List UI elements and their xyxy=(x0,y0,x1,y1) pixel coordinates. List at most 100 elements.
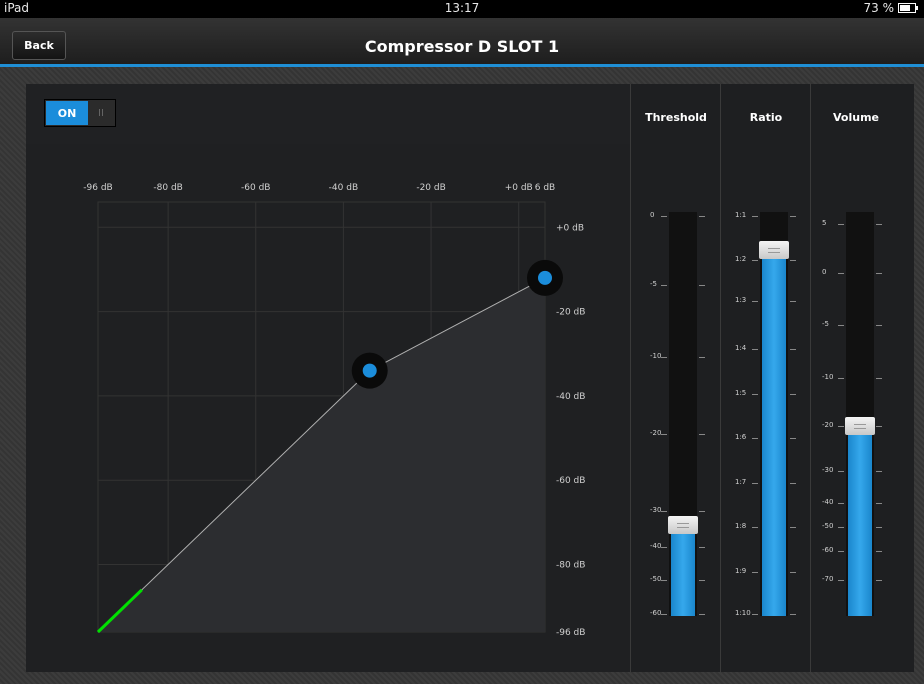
threshold-title: Threshold xyxy=(645,111,707,124)
fader-scale-label: 1:4 xyxy=(735,344,747,353)
fader-fill xyxy=(848,426,872,616)
fader-scale-label: -10 xyxy=(650,352,662,361)
navigation-bar: Back Compressor D SLOT 1 xyxy=(0,18,924,67)
fader-tick xyxy=(790,393,796,395)
fader-tick xyxy=(876,377,882,379)
fader-tick xyxy=(876,325,882,327)
battery-status: 73 % xyxy=(863,1,918,15)
fader-tick xyxy=(699,613,705,615)
fader-tick xyxy=(752,571,758,573)
fader-scale-label: -10 xyxy=(822,372,834,381)
fader-scale-label: -5 xyxy=(650,279,657,288)
fader-tick xyxy=(838,224,844,226)
fader-tick xyxy=(838,551,844,553)
volume-title: Volume xyxy=(833,111,879,124)
fader-scale-label: 1:9 xyxy=(735,566,747,575)
fader-tick xyxy=(838,527,844,529)
fader-tick xyxy=(790,527,796,529)
fader-tick xyxy=(752,349,758,351)
fader-tick xyxy=(790,260,796,262)
fader-tick xyxy=(661,357,667,359)
fader-tick xyxy=(790,438,796,440)
fader-tick xyxy=(661,434,667,436)
fader-tick xyxy=(790,300,796,302)
fader-scale-label: -20 xyxy=(822,421,834,430)
fader-scale-label: -50 xyxy=(650,574,662,583)
battery-icon xyxy=(898,3,918,13)
fader-tick xyxy=(790,216,796,218)
fader-tick xyxy=(876,224,882,226)
fader-tick xyxy=(876,527,882,529)
fader-scale-label: -40 xyxy=(650,542,662,551)
fader-scale-label: 1:7 xyxy=(735,477,747,486)
column-divider xyxy=(720,84,721,672)
fader-fill xyxy=(762,250,786,616)
on-label: ON xyxy=(46,101,88,125)
fader-scale-label: -50 xyxy=(822,522,834,531)
fader-tick xyxy=(699,434,705,436)
fader-tick xyxy=(699,547,705,549)
fader-tick xyxy=(838,579,844,581)
fader-tick xyxy=(838,325,844,327)
fader-scale-label: 0 xyxy=(650,211,655,220)
fader-tick xyxy=(661,510,667,512)
fader-tick xyxy=(661,613,667,615)
compression-graph xyxy=(26,144,630,672)
fader-tick xyxy=(699,357,705,359)
fader-scale-label: 1:5 xyxy=(735,388,747,397)
fader-scale-label: 1:6 xyxy=(735,433,747,442)
fader-tick xyxy=(699,216,705,218)
fader-tick xyxy=(790,349,796,351)
fader-tick xyxy=(661,216,667,218)
column-divider xyxy=(630,84,631,672)
fader-tick xyxy=(752,482,758,484)
fader-handle[interactable] xyxy=(668,516,698,535)
fader-scale-label: 0 xyxy=(822,267,827,276)
fader-tick xyxy=(699,579,705,581)
fader-tick xyxy=(661,579,667,581)
fader-scale-label: -70 xyxy=(822,574,834,583)
fader-tick xyxy=(752,393,758,395)
fader-scale-label: -60 xyxy=(822,546,834,555)
fader-handle[interactable] xyxy=(845,417,875,436)
fader-scale-label: -30 xyxy=(822,465,834,474)
curve-control-point[interactable] xyxy=(527,259,563,296)
battery-percent: 73 % xyxy=(863,1,895,15)
fader-scale-label: 1:2 xyxy=(735,255,747,264)
fader-tick xyxy=(752,438,758,440)
fader-scale-label: 1:1 xyxy=(735,211,747,220)
fader-tick xyxy=(790,613,796,615)
fader-scale-label: -60 xyxy=(650,608,662,617)
fader-scale-label: 1:3 xyxy=(735,295,747,304)
fader-tick xyxy=(790,571,796,573)
fader-tick xyxy=(752,260,758,262)
fader-handle[interactable] xyxy=(759,241,789,260)
fader-tick xyxy=(752,527,758,529)
fader-tick xyxy=(699,510,705,512)
fader-tick xyxy=(661,284,667,286)
fader-scale-label: 1:8 xyxy=(735,522,747,531)
fader-tick xyxy=(876,551,882,553)
fader-scale-label: -20 xyxy=(650,429,662,438)
page-title: Compressor D SLOT 1 xyxy=(364,37,560,56)
fader-scale-label: -30 xyxy=(650,505,662,514)
fader-tick xyxy=(838,470,844,472)
fader-tick xyxy=(876,426,882,428)
fader-scale-label: -5 xyxy=(822,320,829,329)
fader-tick xyxy=(876,272,882,274)
curve-control-point[interactable] xyxy=(351,352,388,389)
fader-tick xyxy=(752,300,758,302)
fader-tick xyxy=(838,502,844,504)
fader-tick xyxy=(876,470,882,472)
on-off-switch[interactable]: ON II xyxy=(44,99,116,127)
fader-tick xyxy=(838,377,844,379)
fader-scale-label: -40 xyxy=(822,497,834,506)
fader-scale-label: 5 xyxy=(822,219,827,228)
status-bar: iPad 13:17 73 % xyxy=(0,0,924,18)
switch-knob-icon: II xyxy=(98,107,104,119)
ratio-title: Ratio xyxy=(749,111,783,124)
fader-tick xyxy=(876,579,882,581)
status-time: 13:17 xyxy=(444,1,480,15)
fader-tick xyxy=(838,426,844,428)
fader-fill xyxy=(671,525,695,616)
